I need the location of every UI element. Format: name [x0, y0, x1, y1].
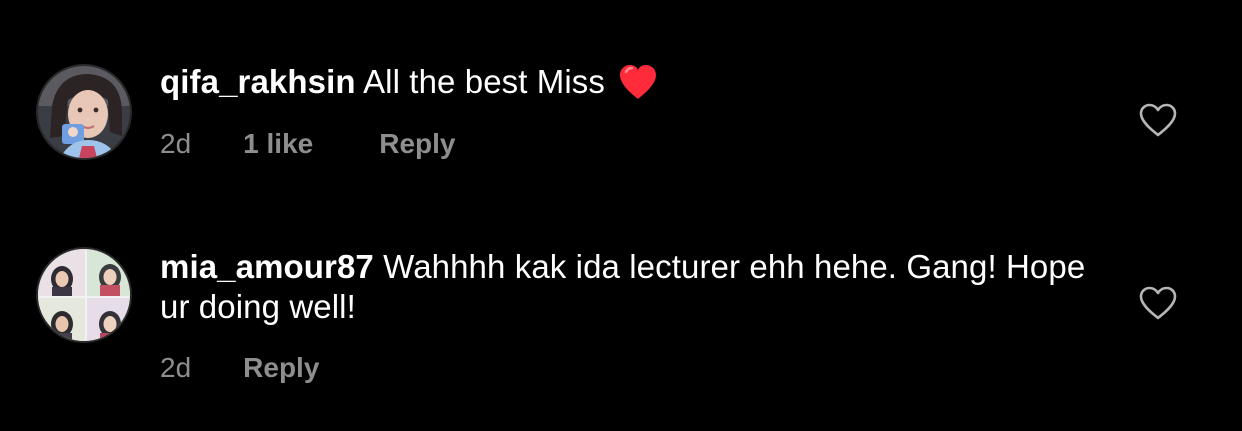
comment-username[interactable]: qifa_rakhsin — [160, 63, 356, 100]
heart-outline-icon[interactable] — [1138, 285, 1178, 321]
comment-text: qifa_rakhsin All the best Miss — [160, 62, 1100, 102]
comment-timestamp: 2d — [160, 352, 192, 383]
comment-meta: 2d Reply — [160, 352, 319, 384]
avatar[interactable] — [36, 247, 132, 343]
comment-username[interactable]: mia_amour87 — [160, 248, 374, 285]
comment-body: All the best Miss — [363, 63, 606, 100]
reply-button[interactable]: Reply — [243, 352, 319, 384]
comment-timestamp: 2d — [160, 128, 192, 159]
avatar[interactable] — [36, 64, 132, 160]
comment-text: mia_amour87 Wahhhh kak ida lecturer ehh … — [160, 247, 1100, 327]
comment-likes-count[interactable]: 1 like — [243, 128, 313, 160]
comment-item: mia_amour87 Wahhhh kak ida lecturer ehh … — [0, 200, 1242, 431]
heart-emoji-icon — [620, 65, 657, 99]
comment-item: qifa_rakhsin All the best Miss 2d 1 like… — [0, 0, 1242, 200]
reply-button[interactable]: Reply — [379, 128, 455, 160]
heart-outline-icon[interactable] — [1138, 102, 1178, 138]
comment-meta: 2d 1 like Reply — [160, 128, 455, 160]
